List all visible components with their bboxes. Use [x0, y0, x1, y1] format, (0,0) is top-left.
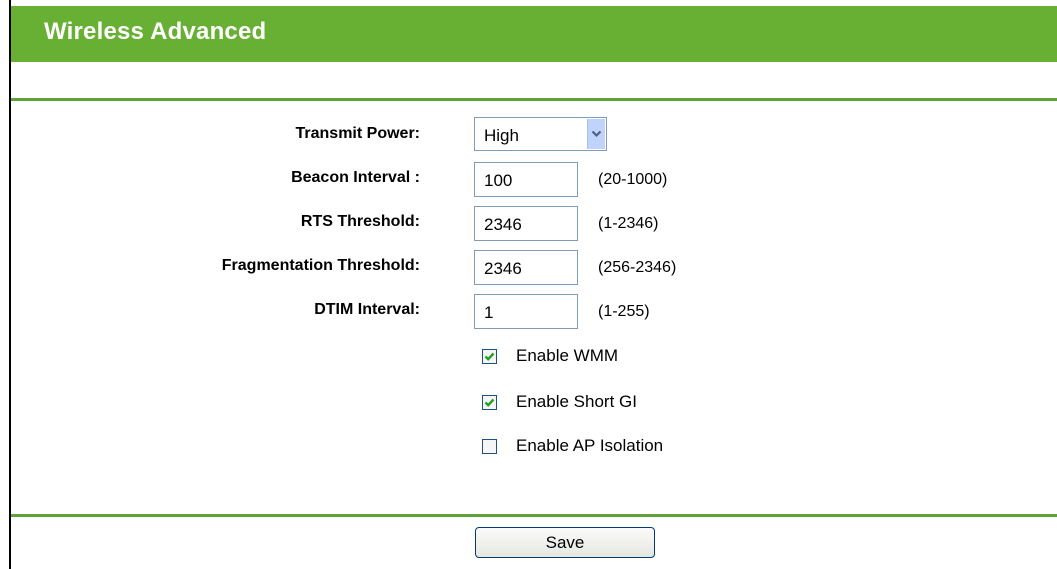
dtim-interval-range: (1-255)	[598, 303, 650, 320]
enable-short-gi-checkbox[interactable]	[482, 395, 497, 410]
page-header: Wireless Advanced	[11, 6, 1057, 62]
dtim-interval-input[interactable]: 1	[474, 294, 578, 329]
beacon-interval-input[interactable]: 100	[474, 162, 578, 197]
save-button[interactable]: Save	[475, 527, 655, 558]
transmit-power-value: High	[484, 126, 519, 145]
enable-wmm-checkbox[interactable]	[482, 349, 497, 364]
enable-wmm-label: Enable WMM	[516, 346, 619, 365]
enable-short-gi-label: Enable Short GI	[516, 392, 637, 411]
enable-ap-isolation-checkbox[interactable]	[482, 439, 497, 454]
top-divider	[11, 98, 1057, 101]
page-left-border	[9, 0, 11, 569]
bottom-divider	[11, 514, 1057, 517]
chevron-down-icon	[591, 130, 602, 138]
dropdown-arrow-button[interactable]	[587, 119, 605, 149]
fragmentation-threshold-input[interactable]: 2346	[474, 250, 578, 285]
rts-threshold-input[interactable]: 2346	[474, 206, 578, 241]
fragmentation-threshold-label: Fragmentation Threshold:	[221, 257, 420, 274]
rts-threshold-range: (1-2346)	[598, 215, 659, 232]
fragmentation-threshold-range: (256-2346)	[598, 259, 677, 276]
transmit-power-label: Transmit Power:	[295, 125, 420, 142]
enable-ap-isolation-label: Enable AP Isolation	[516, 436, 664, 455]
dtim-interval-label: DTIM Interval:	[314, 301, 420, 318]
beacon-interval-label: Beacon Interval :	[291, 169, 420, 186]
page-title: Wireless Advanced	[44, 18, 267, 45]
beacon-interval-range: (20-1000)	[598, 171, 668, 188]
transmit-power-select[interactable]: High	[474, 117, 607, 151]
checkmark-icon	[484, 398, 495, 407]
rts-threshold-label: RTS Threshold:	[300, 213, 420, 230]
checkmark-icon	[484, 352, 495, 361]
